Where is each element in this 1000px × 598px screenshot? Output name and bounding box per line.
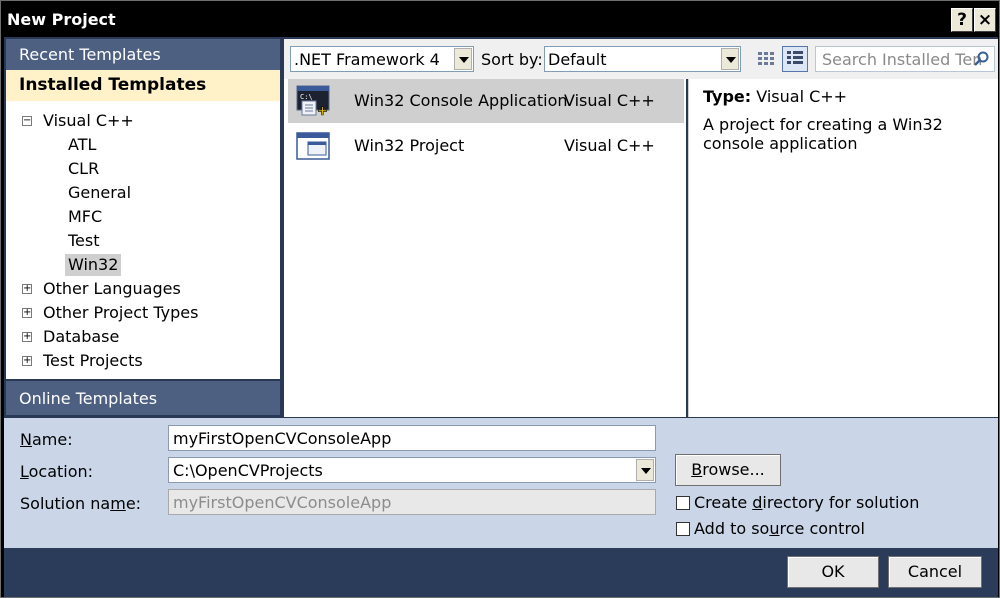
create-directory-checkbox[interactable] [676,496,690,510]
tree-item-test[interactable]: Test [68,230,100,252]
search-placeholder: Search Installed Ten [822,50,983,69]
template-language: Visual C++ [564,136,655,155]
source-control-label: Add to source control [694,519,865,538]
template-description: A project for creating a Win32 console a… [703,115,943,153]
chevron-down-icon[interactable] [454,48,472,70]
sort-value: Default [548,50,607,69]
type-label: Type: [703,87,752,106]
tree-item-clr[interactable]: CLR [68,158,99,180]
expand-icon[interactable]: + [22,284,32,294]
project-name-input[interactable]: myFirstOpenCVConsoleApp [168,425,656,451]
nav-recent-templates[interactable]: Recent Templates [6,39,280,70]
project-settings-form: Name: myFirstOpenCVConsoleApp Location: … [4,418,998,548]
nav-installed-templates[interactable]: Installed Templates [6,70,280,101]
template-description-pane: Type: Visual C++ A project for creating … [688,79,998,417]
solution-name-input: myFirstOpenCVConsoleApp [168,489,656,515]
tree-item-win32[interactable]: Win32 [65,254,122,276]
console-app-icon: C:\ + [296,85,330,117]
template-type: Type: Visual C++ [703,87,984,106]
small-icons-view-button[interactable] [753,46,779,72]
browse-button[interactable]: Browse... [675,454,781,486]
location-combo[interactable]: C:\OpenCVProjects [168,457,656,483]
tree-item-atl[interactable]: ATL [68,134,96,156]
name-label: Name: [20,430,73,449]
chevron-down-icon[interactable] [636,459,654,481]
sort-by-label: Sort by: [481,50,543,69]
dialog-body: Recent Templates Installed Templates − V… [4,37,998,597]
project-name-value: myFirstOpenCVConsoleApp [173,429,392,448]
template-item-win32-project[interactable]: Win32 Project Visual C++ [288,124,684,168]
tree-item-test-projects[interactable]: Test Projects [43,350,143,372]
nav-online-templates[interactable]: Online Templates [6,381,280,415]
grid-icon [758,52,774,65]
svg-text:C:\: C:\ [300,93,313,101]
tree-item-general[interactable]: General [68,182,131,204]
expand-icon[interactable]: + [22,332,32,342]
ok-button[interactable]: OK [787,556,879,588]
template-name: Win32 Console Application [354,91,568,110]
help-button[interactable]: ? [951,8,973,32]
search-installed-input[interactable]: Search Installed Ten [815,46,995,72]
window-app-icon [296,132,330,160]
framework-value: .NET Framework 4 [294,50,440,69]
list-icon [787,51,803,64]
svg-text:+: + [317,104,328,117]
cancel-button[interactable]: Cancel [888,556,982,588]
tree-item-visual-cpp[interactable]: Visual C++ [43,110,134,132]
details-view-button[interactable] [782,46,808,72]
close-button[interactable]: × [974,8,996,32]
expand-icon[interactable]: + [22,308,32,318]
new-project-dialog: New Project ? × Recent Templates Install… [0,0,1000,598]
location-label: Location: [20,462,94,481]
chevron-down-icon[interactable] [721,48,739,70]
tree-item-mfc[interactable]: MFC [68,206,102,228]
create-directory-label: Create directory for solution [694,493,920,512]
sort-select[interactable]: Default [544,46,741,72]
template-name: Win32 Project [354,136,465,155]
location-value: C:\OpenCVProjects [173,461,323,480]
dialog-title: New Project [7,10,116,29]
framework-select[interactable]: .NET Framework 4 [290,46,474,72]
solution-name-label: Solution name: [20,494,142,513]
type-value: Visual C++ [756,87,848,106]
collapse-icon[interactable]: − [22,116,32,126]
dialog-footer: OK Cancel [4,548,998,597]
tree-item-other-languages[interactable]: Other Languages [43,278,181,300]
tree-item-other-project-types[interactable]: Other Project Types [43,302,198,324]
title-bar: New Project ? × [1,1,999,37]
expand-icon[interactable]: + [22,356,32,366]
template-item-win32-console[interactable]: C:\ + Win32 Console Application Visual C… [288,79,684,123]
template-list: C:\ + Win32 Console Application Visual C… [284,79,686,417]
template-tree: − Visual C++ ATL CLR General MFC Test Wi… [6,101,280,379]
tree-item-database[interactable]: Database [43,326,119,348]
template-language: Visual C++ [564,91,655,110]
solution-name-value: myFirstOpenCVConsoleApp [173,493,392,512]
template-toolbar: .NET Framework 4 Sort by: Default Search… [284,39,998,79]
source-control-checkbox[interactable] [676,522,690,536]
search-icon[interactable] [972,50,990,68]
